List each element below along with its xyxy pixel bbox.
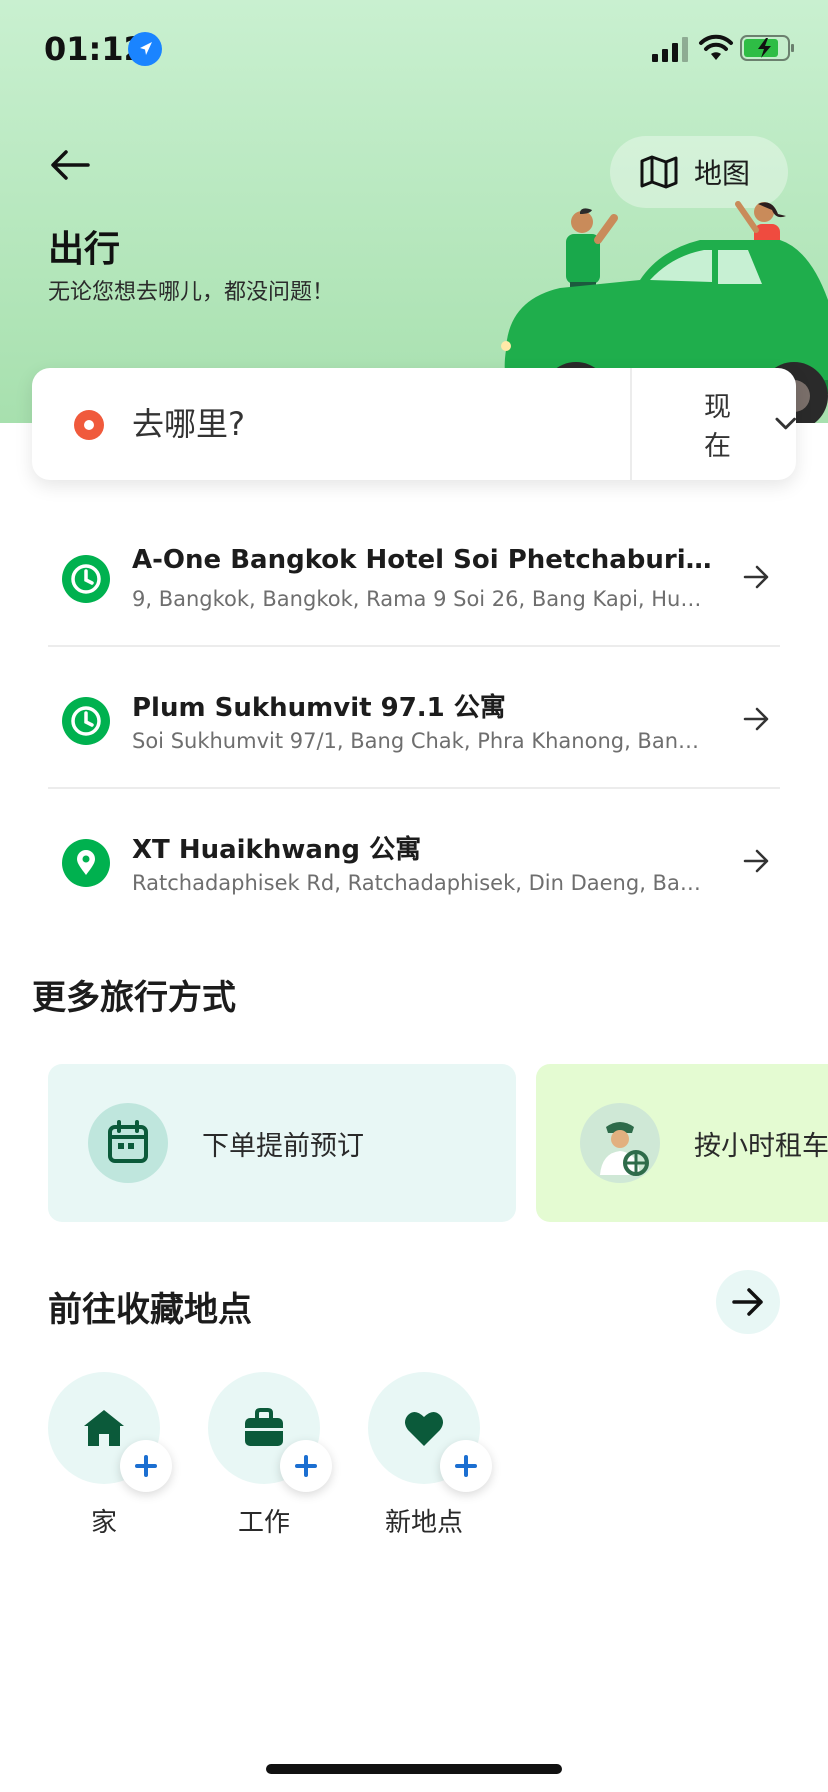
more-modes-title: 更多旅行方式 [32, 978, 236, 1018]
advance-booking-label: 下单提前预订 [202, 1130, 364, 1162]
calendar-icon [108, 1120, 148, 1163]
map-button-label: 地图 [694, 157, 751, 190]
pickup-time-select[interactable]: 现在 [632, 368, 796, 480]
page-title: 出行 [48, 229, 121, 270]
saved-place-label: 家 [90, 1508, 117, 1538]
recent-destination-title: A-One Bangkok Hotel Soi Phetchaburi 47 Y… [132, 545, 712, 575]
recent-destination-title: XT Huaikhwang 公寓 [132, 835, 422, 865]
location-pin-icon [62, 839, 110, 887]
add-plus-icon[interactable] [280, 1440, 332, 1492]
clock-icon [62, 555, 110, 603]
add-plus-icon[interactable] [440, 1440, 492, 1492]
hero-banner: 01:12 地图 出行 无论您想去哪儿，都没问题！ [0, 0, 828, 423]
hourly-rental-label: 按小时租车 [694, 1130, 828, 1162]
chevron-down-icon [775, 417, 796, 430]
arrow-right-icon [743, 707, 769, 731]
recent-destination-item[interactable]: A-One Bangkok Hotel Soi Phetchaburi 47 Y… [48, 505, 780, 647]
chauffeur-icon-circle [580, 1103, 660, 1183]
recent-destinations-list: A-One Bangkok Hotel Soi Phetchaburi 47 Y… [48, 505, 780, 931]
advance-booking-card[interactable]: 下单提前预订 [48, 1064, 516, 1222]
arrow-right-icon [732, 1288, 763, 1316]
status-bar: 01:12 [0, 0, 828, 100]
saved-place-label: 工作 [237, 1508, 290, 1538]
cellular-signal-icon [652, 37, 688, 62]
destination-dot-icon [74, 410, 104, 440]
heart-icon [405, 1411, 443, 1446]
arrow-left-icon [51, 150, 90, 180]
location-arrow-icon [128, 32, 162, 66]
recent-destination-address: Ratchadaphisek Rd, Ratchadaphisek, Din D… [132, 871, 712, 895]
map-icon [640, 155, 678, 189]
map-button[interactable]: 地图 [610, 136, 788, 208]
recent-destination-item[interactable]: XT Huaikhwang 公寓 Ratchadaphisek Rd, Ratc… [48, 789, 780, 931]
page-subtitle: 无论您想去哪儿，都没问题！ [48, 280, 335, 305]
destination-search-input[interactable] [132, 400, 552, 448]
back-button[interactable] [50, 148, 106, 196]
briefcase-icon [245, 1408, 283, 1446]
add-plus-icon[interactable] [120, 1440, 172, 1492]
battery-charging-icon [740, 35, 794, 61]
arrow-right-icon [743, 565, 769, 589]
calendar-icon-circle [88, 1103, 168, 1183]
pickup-time-label: 现在 [704, 392, 731, 462]
arrow-right-icon [743, 849, 769, 873]
saved-places-title: 前往收藏地点 [48, 1290, 252, 1330]
home-indicator [266, 1764, 562, 1774]
saved-place-label: 新地点 [384, 1508, 463, 1538]
recent-destination-item[interactable]: Plum Sukhumvit 97.1 公寓 Soi Sukhumvit 97/… [48, 647, 780, 789]
home-icon [84, 1410, 124, 1446]
hourly-rental-card[interactable]: 按小时租车 [536, 1064, 828, 1222]
saved-places-arrow-button[interactable] [716, 1270, 780, 1334]
search-card: 现在 [32, 368, 796, 480]
recent-destination-address: 9, Bangkok, Bangkok, Rama 9 Soi 26, Bang… [132, 587, 712, 611]
wifi-icon [699, 34, 733, 60]
saved-place-home[interactable]: 家 [48, 1372, 178, 1552]
recent-destination-address: Soi Sukhumvit 97/1, Bang Chak, Phra Khan… [132, 729, 712, 753]
saved-place-new[interactable]: 新地点 [368, 1372, 498, 1552]
clock-icon [62, 697, 110, 745]
saved-place-work[interactable]: 工作 [208, 1372, 338, 1552]
recent-destination-title: Plum Sukhumvit 97.1 公寓 [132, 693, 506, 723]
chauffeur-icon [600, 1122, 649, 1176]
